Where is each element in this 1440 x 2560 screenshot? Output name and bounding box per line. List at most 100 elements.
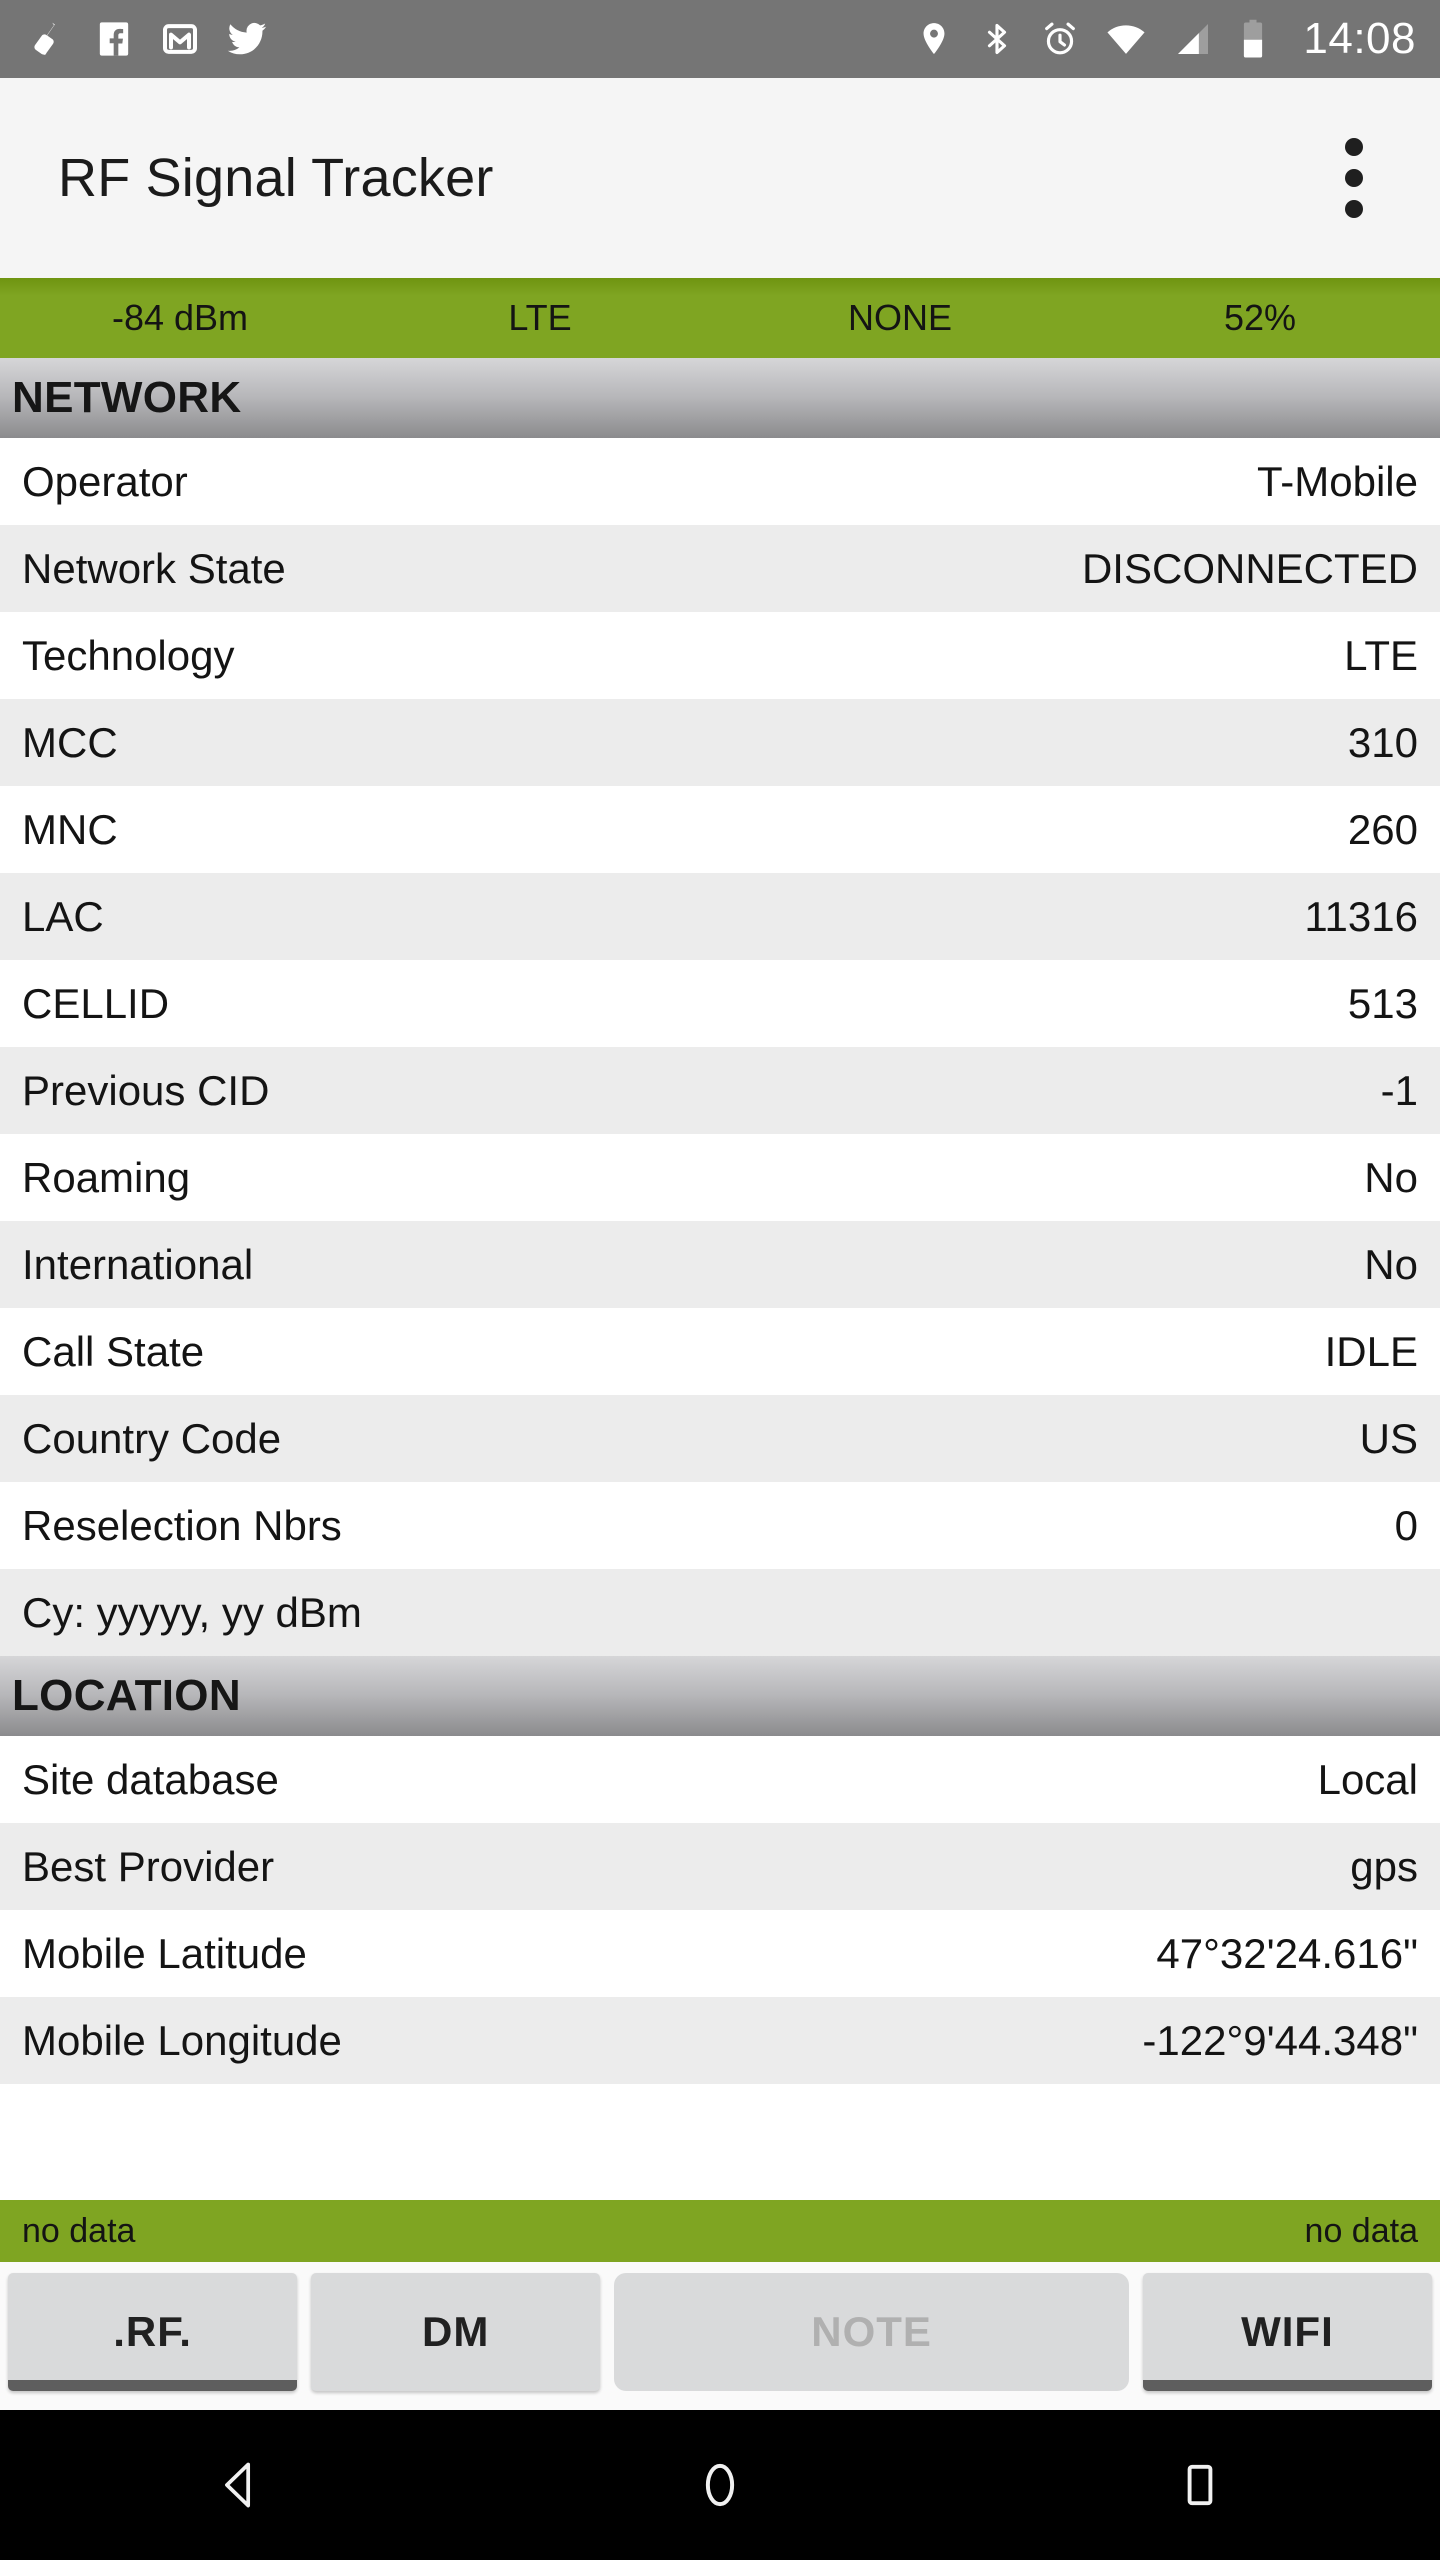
table-row[interactable]: LAC 11316 [0,873,1440,960]
table-row[interactable]: Operator T-Mobile [0,438,1440,525]
table-row[interactable]: Network State DISCONNECTED [0,525,1440,612]
summary-neighbors: NONE [847,297,952,338]
signal-summary-bar: -84 dBm LTE NONE 52% [0,278,1440,358]
battery-icon [1244,19,1263,58]
tab-rf[interactable]: .RF. [8,2273,298,2391]
row-value: 0 [1394,1501,1418,1549]
recents-button[interactable] [1090,2410,1310,2560]
overflow-dot [1345,169,1363,187]
row-value: 11316 [1304,892,1418,940]
row-key: Best Provider [22,1842,275,1890]
overflow-menu-icon[interactable] [1306,118,1402,238]
summary-signal-strength: -84 dBm [111,297,249,338]
wifi-icon [1107,25,1145,54]
cellular-signal-icon [1178,24,1209,54]
status-bar-clock: 14:08 [1303,14,1416,63]
row-key: Reselection Nbrs [22,1501,342,1549]
row-value: 260 [1347,805,1418,853]
home-button[interactable] [610,2410,830,2560]
row-value: 310 [1347,718,1418,766]
tab-label: DM [422,2308,490,2355]
back-icon [225,2462,251,2508]
row-key: Network State [22,544,286,592]
facebook-icon [99,22,129,56]
twitter-icon [227,22,267,55]
back-button[interactable] [130,2410,350,2560]
table-row[interactable]: CELLID 513 [0,960,1440,1047]
row-key: Country Code [22,1414,282,1462]
tab-wifi[interactable]: WIFI [1142,2273,1432,2391]
status-bar-system-icons: 14:08 [915,17,1416,61]
row-key: MCC [22,718,118,766]
row-key: Roaming [22,1153,191,1201]
table-row[interactable]: Technology LTE [0,612,1440,699]
row-key: Mobile Latitude [22,1929,307,1977]
tab-dm[interactable]: DM [311,2273,601,2391]
table-row[interactable]: MNC 260 [0,786,1440,873]
row-key: Mobile Longitude [22,2016,342,2064]
row-key: MNC [22,805,118,853]
overflow-dot [1345,138,1363,156]
row-value: DISCONNECTED [1081,544,1418,592]
row-value: No [1364,1240,1418,1288]
tab-note: NOTE [614,2273,1129,2391]
table-row[interactable]: Reselection Nbrs 0 [0,1482,1440,1569]
section-header-network: NETWORK [0,358,1440,438]
row-value: gps [1350,1842,1418,1890]
row-value: IDLE [1324,1327,1418,1375]
row-value: 47°32'24.616" [1156,1929,1418,1977]
app-bar: RF Signal Tracker [0,78,1440,278]
row-key: International [22,1240,254,1288]
table-row[interactable]: Mobile Longitude -122°9'44.348" [0,1997,1440,2084]
row-key: Call State [22,1327,205,1375]
table-row[interactable]: Best Provider gps [0,1823,1440,1910]
table-row-partial[interactable] [0,2084,1440,2171]
table-row-neighbor-summary[interactable]: Cy: yyyyy, yy dBm [0,1569,1440,1656]
row-key: Site database [22,1755,279,1803]
row-key: CELLID [22,979,170,1027]
row-value: No [1364,1153,1418,1201]
bottom-tab-bar: .RF. DM NOTE WIFI [0,2262,1440,2410]
section-title: LOCATION [12,1671,241,1720]
table-row[interactable]: Call State IDLE [0,1308,1440,1395]
row-key: Technology [22,631,235,679]
row-value: US [1359,1414,1418,1462]
page-title: RF Signal Tracker [58,148,494,208]
status-bar: 14:08 [0,0,1440,78]
status-bar-notification-icons [28,18,268,60]
overflow-dot [1345,200,1363,218]
summary-battery: 52% [1223,297,1297,338]
cleaner-icon [34,22,55,56]
table-row[interactable]: Roaming No [0,1134,1440,1221]
row-key: Operator [22,457,188,505]
tab-label: NOTE [811,2308,932,2355]
location-icon [923,23,945,55]
row-value: LTE [1344,631,1418,679]
phone-screen: 14:08 RF Signal Tracker -84 dBm LTE NONE… [0,0,1440,2560]
section-header-location: LOCATION [0,1656,1440,1736]
summary-technology: LTE [508,297,572,338]
row-value: 513 [1347,979,1418,1027]
android-navigation-bar [0,2410,1440,2560]
alarm-icon [1045,22,1076,55]
section-title: NETWORK [12,373,242,422]
footer-left-label: no data [22,2212,136,2250]
row-value: Local [1317,1755,1418,1803]
tab-label: WIFI [1241,2308,1334,2355]
table-row[interactable]: International No [0,1221,1440,1308]
bluetooth-icon [988,23,1007,55]
table-row[interactable]: MCC 310 [0,699,1440,786]
table-row[interactable]: Previous CID -1 [0,1047,1440,1134]
detail-list[interactable]: NETWORK Operator T-Mobile Network State … [0,358,1440,2262]
row-key: Previous CID [22,1066,270,1114]
tab-label: .RF. [113,2308,192,2355]
row-value: -1 [1380,1066,1418,1114]
home-icon [705,2463,735,2507]
row-key: Cy: yyyyy, yy dBm [22,1588,362,1636]
table-row[interactable]: Country Code US [0,1395,1440,1482]
row-value: T-Mobile [1256,457,1418,505]
table-row[interactable]: Mobile Latitude 47°32'24.616" [0,1910,1440,1997]
row-key: LAC [22,892,104,940]
table-row[interactable]: Site database Local [0,1736,1440,1823]
footer-right-label: no data [1304,2212,1418,2250]
